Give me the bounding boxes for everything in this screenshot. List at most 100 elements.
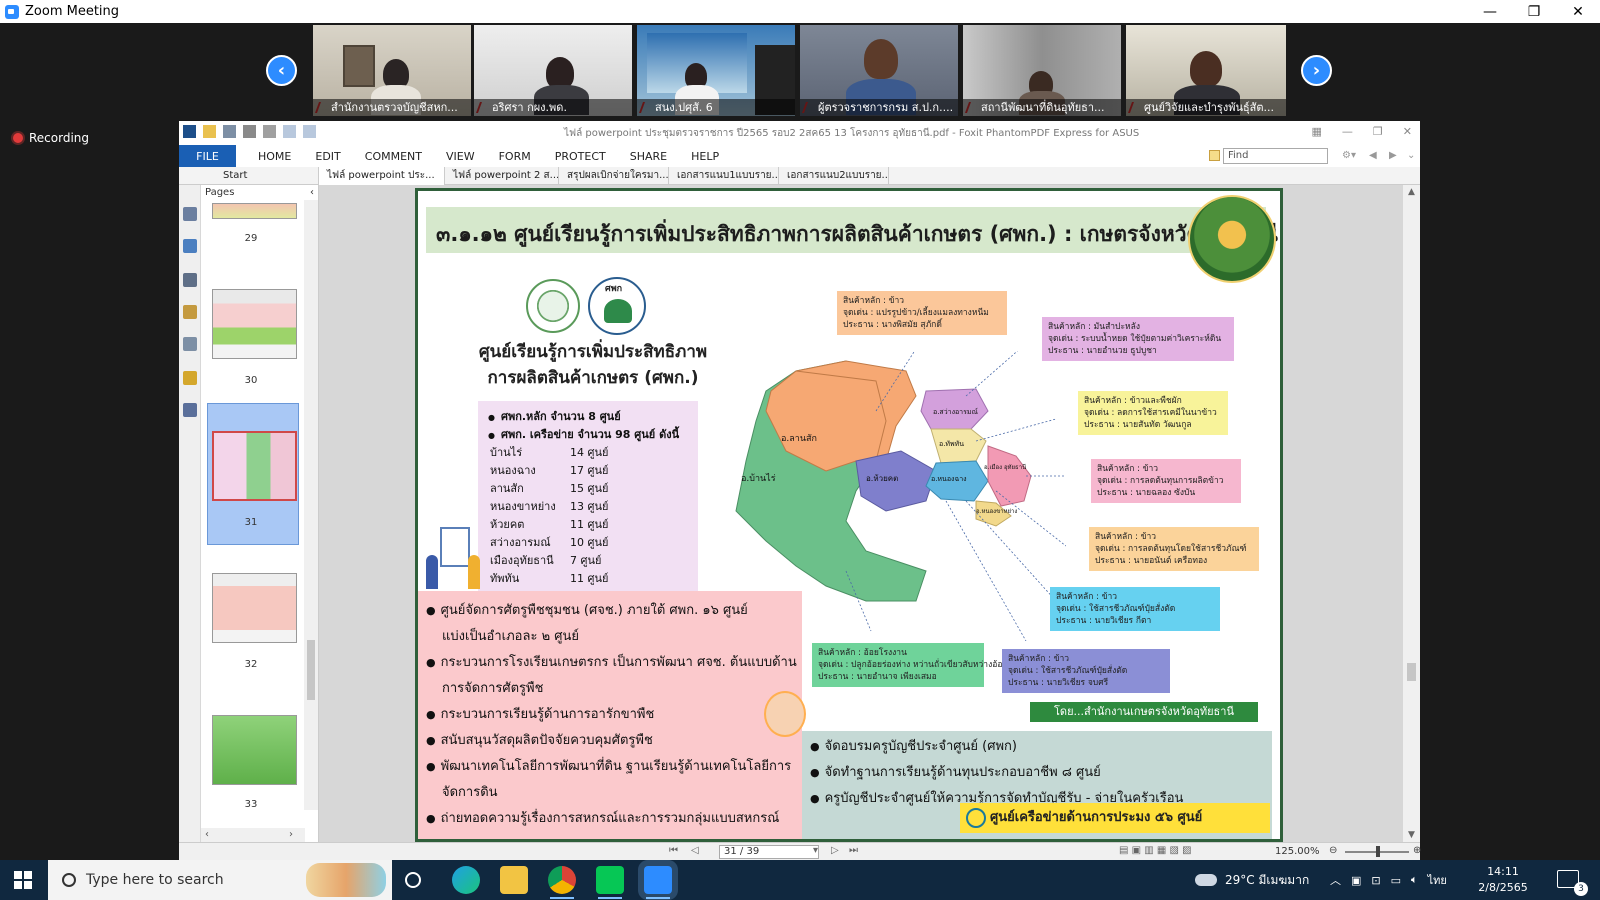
volume-icon[interactable]: 🔈︎ (1411, 873, 1418, 887)
page-dropdown-icon[interactable]: ▾ (813, 845, 818, 856)
signature-icon[interactable] (183, 403, 197, 417)
zoom-out-icon[interactable]: ⊖ (1329, 845, 1337, 856)
settings-icon[interactable]: ⚙▾ (1342, 150, 1356, 161)
participant-tile[interactable]: อริศรา กผง.พด. (474, 25, 632, 116)
taskbar-clock[interactable]: 14:11 2/8/2565 (1473, 864, 1533, 896)
district-row: บ้านไร่ 14 ศูนย์ (490, 446, 609, 459)
bullet-item-continued: การจัดการศัตรูพืช (442, 681, 544, 696)
participant-tile[interactable]: สถานีพัฒนาที่ดินอุทัยธา... (963, 25, 1121, 116)
view-mode-icons[interactable]: ▤ ▣ ▥ ▦ ▧ ▨ (1119, 845, 1192, 856)
show-hidden-icons-icon[interactable]: ︿ (1330, 872, 1341, 888)
first-page-icon[interactable]: ⏮ (669, 845, 678, 856)
minimize-button[interactable]: — (1468, 0, 1512, 23)
participant-tile[interactable]: สำนักงานตรวจบัญชีสหก... (313, 25, 471, 116)
page-thumbnail[interactable] (212, 203, 297, 219)
bullet-item: ● จัดอบรมครูบัญชีประจำศูนย์ (ศพก) (810, 739, 1017, 754)
pages-horizontal-scrollbar[interactable]: ‹ › (201, 828, 305, 842)
map-label: อ.บ้านไร่ (741, 473, 776, 484)
prev-participants-button[interactable]: ‹ (266, 55, 297, 86)
open-icon[interactable] (203, 125, 216, 138)
page-thumbnail[interactable] (212, 289, 297, 359)
scan-icon[interactable] (263, 125, 276, 138)
page-thumbnail-current[interactable] (212, 431, 297, 501)
document-scrollbar[interactable]: ▲ ▼ (1403, 185, 1420, 842)
scroll-up-icon[interactable]: ▲ (1408, 187, 1415, 197)
input-language[interactable]: ไทย (1428, 871, 1447, 889)
line-app-icon[interactable] (596, 866, 624, 899)
pages-scrollbar[interactable] (304, 200, 318, 810)
foxit-close-button[interactable]: ✕ (1403, 125, 1412, 138)
menu-form[interactable]: FORM (487, 150, 543, 163)
camera-icon[interactable]: ⊡ (1371, 874, 1380, 887)
menu-view[interactable]: VIEW (434, 150, 487, 163)
next-result-icon[interactable]: ▶ (1389, 150, 1397, 161)
next-participants-button[interactable]: › (1301, 55, 1332, 86)
tab-document[interactable]: ไฟล์ powerpoint 2 ส... (445, 167, 559, 185)
tab-start[interactable]: Start (179, 167, 319, 185)
security-lock-icon[interactable] (183, 371, 197, 385)
close-button[interactable]: ✕ (1556, 0, 1600, 23)
expand-icon[interactable]: ⌄ (1407, 150, 1415, 161)
find-input[interactable]: Find (1223, 148, 1328, 164)
start-button[interactable] (14, 871, 32, 889)
menu-protect[interactable]: PROTECT (543, 150, 618, 163)
recording-label: Recording (29, 131, 90, 145)
taskbar-search[interactable]: Type here to search (48, 860, 392, 900)
map-mueang (987, 445, 1032, 507)
find-folder-icon[interactable] (1209, 150, 1220, 161)
restore-button[interactable]: ❐ (1512, 0, 1556, 23)
page-number-input[interactable]: 31 / 39 (719, 845, 819, 859)
foxit-minimize-button[interactable]: — (1342, 125, 1353, 138)
task-view-icon[interactable] (405, 872, 421, 888)
redo-icon[interactable] (303, 125, 316, 138)
scroll-down-icon[interactable]: ▼ (1408, 830, 1415, 840)
meet-now-icon[interactable]: ▣ (1351, 874, 1361, 887)
menu-file[interactable]: FILE (179, 145, 236, 167)
network-icon[interactable]: ▭ (1391, 874, 1401, 887)
prev-page-icon[interactable]: ◁ (691, 845, 699, 856)
page-thumbnail[interactable] (212, 573, 297, 643)
pest-management-box: ● ศูนย์จัดการศัตรูพืชชุมชน (ศจช.) ภายใต้ … (418, 591, 802, 839)
menu-share[interactable]: SHARE (618, 150, 679, 163)
bookmark-icon[interactable] (183, 207, 197, 221)
chrome-browser-icon[interactable] (548, 866, 576, 899)
zoom-slider-handle[interactable] (1376, 846, 1380, 857)
participant-tile[interactable]: สนง.ปศุสั. 6 (637, 25, 795, 116)
page-thumbnail[interactable] (212, 715, 297, 785)
prev-result-icon[interactable]: ◀ (1369, 150, 1377, 161)
print-icon[interactable] (243, 125, 256, 138)
search-placeholder: Type here to search (86, 872, 224, 888)
menu-comment[interactable]: COMMENT (353, 150, 434, 163)
participant-tile[interactable]: ศูนย์วิจัยและบำรุงพันธุ์สัต... (1126, 25, 1286, 116)
edge-browser-icon[interactable] (452, 866, 480, 894)
participant-tile[interactable]: ผู้ตรวจราชการกรม ส.ป.ก.... (800, 25, 958, 116)
tab-active-document[interactable]: ไฟล์ powerpoint ประ...✕ (319, 167, 445, 185)
menu-help[interactable]: HELP (679, 150, 731, 163)
ribbon-toggle-icon[interactable]: ▦ (1312, 125, 1322, 138)
district-row: หนองขาหย่าง 13 ศูนย์ (490, 500, 609, 513)
zoom-in-icon[interactable]: ⊕ (1413, 845, 1421, 856)
document-viewport[interactable]: ๓.๑.๑๒ ศูนย์เรียนรู้การเพิ่มประสิทธิภาพก… (319, 185, 1403, 842)
undo-icon[interactable] (283, 125, 296, 138)
menu-home[interactable]: HOME (246, 150, 303, 163)
recording-dot-icon (13, 133, 23, 143)
bullet-main-centers: ศพก.หลัก จำนวน 8 ศูนย์ (488, 407, 621, 425)
collapse-panel-icon[interactable]: ‹ (310, 185, 314, 200)
map-label: อ.เมือง อุทัยธานี (984, 463, 1026, 471)
menu-edit[interactable]: EDIT (303, 150, 352, 163)
tab-document[interactable]: เอกสารแนบ2แบบราย... (779, 167, 889, 185)
foxit-restore-button[interactable]: ❐ (1373, 125, 1383, 138)
layers-icon[interactable] (183, 273, 197, 287)
zoom-app-icon[interactable] (644, 866, 672, 899)
file-explorer-icon[interactable] (500, 866, 528, 894)
next-page-icon[interactable]: ▷ (831, 845, 839, 856)
comments-icon[interactable] (183, 305, 197, 319)
tab-document[interactable]: เอกสารแนบ1แบบราย... (669, 167, 779, 185)
attachments-icon[interactable] (183, 337, 197, 351)
tab-document[interactable]: สรุปผลเบิกจ่ายใครมา... (559, 167, 669, 185)
last-page-icon[interactable]: ⏭ (849, 845, 858, 856)
weather-widget[interactable]: 29°C มีเมฆมาก (1195, 860, 1309, 900)
pages-icon[interactable] (183, 239, 197, 253)
save-icon[interactable] (223, 125, 236, 138)
document-tabs: Start ไฟล์ powerpoint ประ...✕ ไฟล์ power… (179, 167, 1420, 185)
